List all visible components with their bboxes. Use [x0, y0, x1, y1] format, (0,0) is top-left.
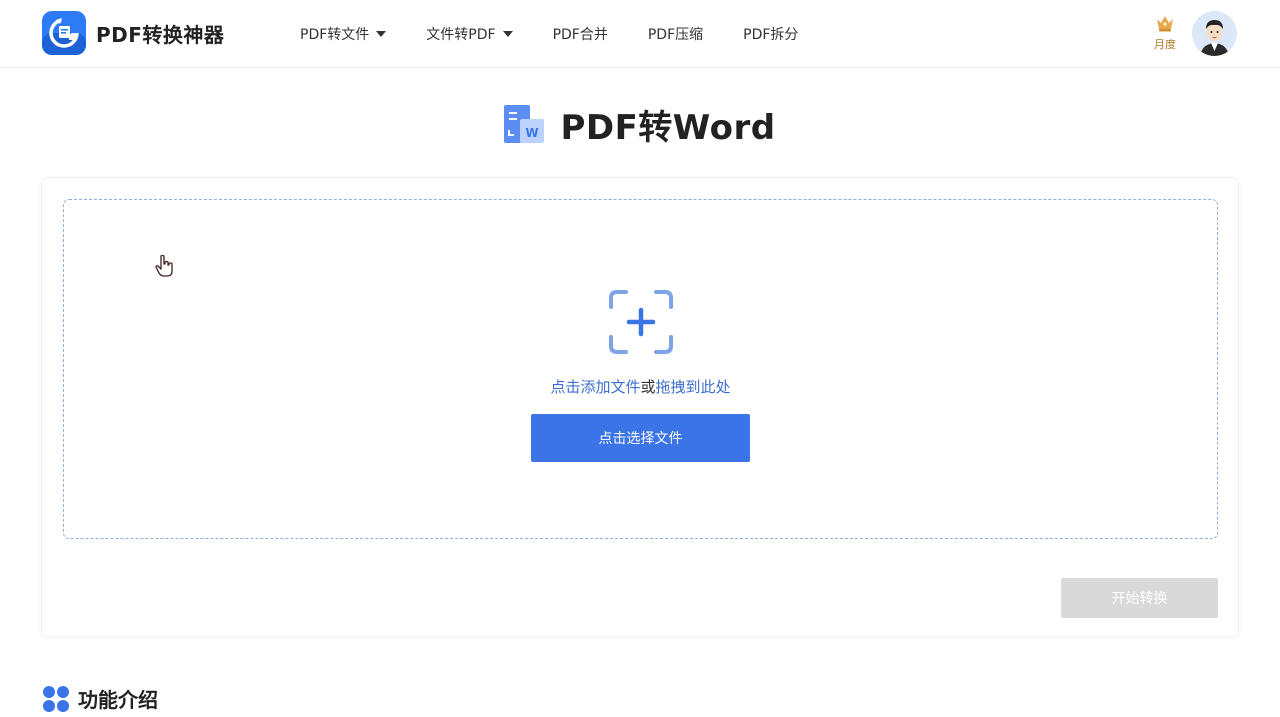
crown-icon	[1157, 16, 1173, 32]
top-header: PDF转换神器 PDF转文件 文件转PDF PDF合并 PDF压缩 PDF拆分	[0, 0, 1280, 68]
feature-intro-header: 功能介绍	[42, 684, 158, 713]
nav-label: PDF拆分	[743, 27, 799, 43]
vip-badge[interactable]: 月度	[1150, 14, 1180, 52]
nav-label: 文件转PDF	[426, 27, 496, 43]
drag-hint: 拖拽到此处	[655, 378, 731, 396]
page: PDF转换神器 PDF转文件 文件转PDF PDF合并 PDF压缩 PDF拆分	[0, 0, 1280, 717]
app-logo-icon	[42, 11, 86, 55]
caret-down-icon	[502, 31, 513, 37]
nav-pdf-to-file[interactable]: PDF转文件	[300, 24, 387, 44]
start-convert-button[interactable]: 开始转换	[1061, 578, 1218, 618]
vip-label: 月度	[1154, 38, 1176, 51]
nav-pdf-compress[interactable]: PDF压缩	[648, 24, 703, 44]
file-dropzone[interactable]: 点击添加文件或拖拽到此处 点击选择文件	[63, 199, 1218, 539]
drop-hint: 点击添加文件或拖拽到此处	[64, 376, 1217, 397]
title-row: W PDF转Word	[0, 100, 1280, 149]
select-file-button[interactable]: 点击选择文件	[531, 414, 750, 462]
main-nav: PDF转文件 文件转PDF PDF合并 PDF压缩 PDF拆分	[300, 0, 838, 68]
avatar-icon	[1192, 11, 1237, 56]
upload-card: 点击添加文件或拖拽到此处 点击选择文件 开始转换	[41, 177, 1239, 637]
section-title: 功能介绍	[78, 688, 158, 712]
hint-or: 或	[640, 378, 656, 396]
pdf-to-word-icon: W	[504, 104, 545, 143]
nav-file-to-pdf[interactable]: 文件转PDF	[426, 24, 513, 44]
nav-label: PDF转文件	[300, 27, 370, 43]
add-file-link[interactable]: 点击添加文件	[550, 378, 640, 396]
nav-pdf-split[interactable]: PDF拆分	[743, 24, 798, 44]
nav-label: PDF合并	[552, 27, 608, 43]
nav-label: PDF压缩	[647, 27, 704, 43]
nav-pdf-merge[interactable]: PDF合并	[553, 24, 608, 44]
user-avatar[interactable]	[1192, 11, 1237, 56]
svg-text:W: W	[526, 126, 539, 140]
caret-down-icon	[376, 31, 387, 37]
four-dots-icon	[43, 685, 69, 712]
brand-logo[interactable]: PDF转换神器	[42, 11, 224, 55]
page-title: PDF转Word	[560, 108, 776, 148]
brand-name: PDF转换神器	[96, 22, 225, 47]
add-file-icon[interactable]	[608, 289, 674, 355]
